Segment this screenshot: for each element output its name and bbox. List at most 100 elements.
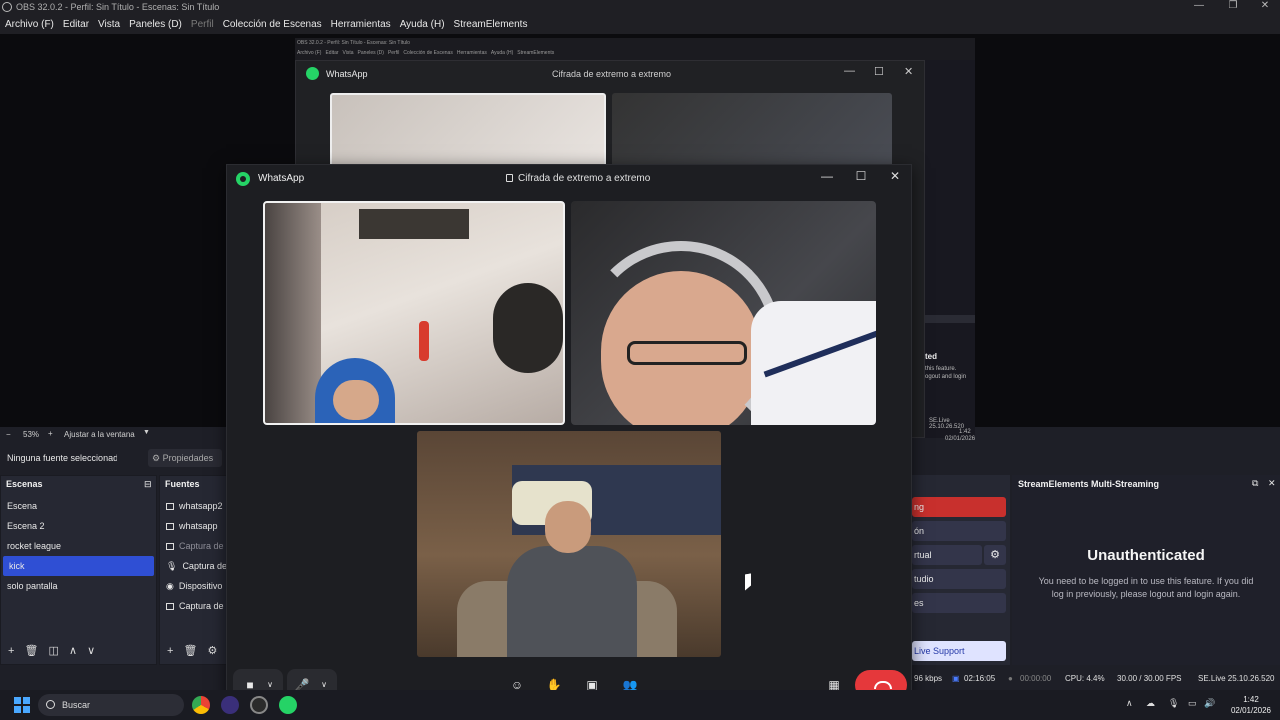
chevron-down-icon[interactable]: ▼ xyxy=(143,429,150,436)
app-icon[interactable] xyxy=(221,696,239,714)
menu-herramientas[interactable]: Herramientas xyxy=(331,19,391,30)
add-icon[interactable]: + xyxy=(8,645,14,657)
studio-mode-button[interactable]: tudio xyxy=(912,569,1006,589)
move-up-icon[interactable]: ∧ xyxy=(69,645,77,657)
close-icon[interactable]: ✕ xyxy=(1248,0,1280,14)
cpu-usage: CPU: 4.4% xyxy=(1065,674,1105,683)
stream-time: 00:00:00 xyxy=(1020,674,1052,683)
gear-icon: ⚙ xyxy=(152,453,161,463)
video-tile-participant-2[interactable] xyxy=(571,201,876,425)
source-item[interactable]: Captura de xyxy=(160,536,228,556)
tile-face xyxy=(545,501,591,553)
dock-menu-icon[interactable]: ⊟ xyxy=(144,479,152,490)
scene-item[interactable]: solo pantalla xyxy=(1,576,156,596)
unauthenticated-heading: Unauthenticated xyxy=(1087,547,1205,564)
properties-button[interactable]: ⚙ Propiedades xyxy=(148,449,222,467)
video-tile-self[interactable] xyxy=(417,431,721,657)
camera-icon: ◉ xyxy=(166,581,174,591)
menu-paneles[interactable]: Paneles (D) xyxy=(129,19,182,30)
source-item[interactable]: whatsapp xyxy=(160,516,228,536)
close-icon: ✕ xyxy=(904,66,914,78)
virtual-camera-button[interactable]: rtual xyxy=(912,545,982,565)
recording-time: 02:16:05 xyxy=(964,674,996,683)
taskbar-clock[interactable]: 1:42 02/01/2026 xyxy=(1226,694,1276,716)
taskbar-search[interactable]: Buscar xyxy=(38,694,184,716)
settings-button[interactable]: es xyxy=(912,593,1006,613)
video-tile-participant-1[interactable] xyxy=(263,201,565,425)
cloud-icon[interactable]: ☁ xyxy=(1146,698,1155,709)
nested-dock-header xyxy=(925,315,975,323)
move-down-icon[interactable]: ∨ xyxy=(87,645,95,657)
sources-dock: Fuentes whatsapp2 whatsapp Captura de 🎙 C… xyxy=(159,475,229,665)
search-label: Buscar xyxy=(62,700,91,710)
volume-icon[interactable]: 🔊 xyxy=(1204,698,1215,709)
stream-icon: ● xyxy=(1008,674,1013,683)
streamelements-dock: StreamElements Multi-Streaming ⧉ ✕ Unaut… xyxy=(1012,475,1280,665)
menu-ayuda[interactable]: Ayuda (H) xyxy=(400,19,445,30)
start-recording-button[interactable]: ón xyxy=(912,521,1006,541)
chrome-icon[interactable] xyxy=(192,696,210,714)
source-item[interactable]: Captura de xyxy=(160,596,228,616)
close-icon[interactable]: ✕ xyxy=(883,169,907,189)
filter-icon[interactable]: ◫ xyxy=(49,645,59,657)
minimize-icon[interactable]: — xyxy=(1182,0,1216,14)
nested-menu-items: Archivo (F) Editar Vista Paneles (D) Per… xyxy=(297,50,554,56)
fps: 30.00 / 30.00 FPS xyxy=(1117,674,1182,683)
obs-title-bar: OBS 32.0.2 - Perfil: Sin Título - Escena… xyxy=(0,0,1280,14)
whatsapp-window: WhatsApp Cifrada de extremo a extremo — … xyxy=(226,164,912,706)
menu-vista[interactable]: Vista xyxy=(98,19,120,30)
microphone-icon: 🎙 xyxy=(166,561,178,571)
nested-menu: OBS 32.0.2 - Perfil: Sin Título - Escena… xyxy=(295,38,975,60)
network-icon[interactable]: ▭ xyxy=(1188,698,1197,709)
float-icon[interactable]: ⧉ xyxy=(1252,478,1258,489)
sources-title: Fuentes xyxy=(165,479,200,489)
add-icon[interactable]: + xyxy=(167,645,173,657)
menu-coleccion-escenas[interactable]: Colección de Escenas xyxy=(223,19,322,30)
scene-item[interactable]: Escena xyxy=(1,496,156,516)
tray-chevron-icon[interactable]: ∧ xyxy=(1126,698,1133,709)
nested-wa-title: WhatsApp xyxy=(326,69,368,79)
se-dock-title: StreamElements Multi-Streaming xyxy=(1018,479,1160,489)
windows-start-icon[interactable] xyxy=(14,697,30,713)
obs-logo-icon xyxy=(2,2,12,12)
maximize-icon[interactable]: ☐ xyxy=(849,169,873,189)
start-streaming-button[interactable]: ng xyxy=(912,497,1006,517)
source-label: Dispositivo xyxy=(178,581,223,591)
tile-shelf xyxy=(359,209,469,239)
no-source-label: Ninguna fuente seleccionada xyxy=(7,453,117,463)
zoom-in-icon[interactable]: + xyxy=(48,429,53,438)
scene-item[interactable]: rocket league xyxy=(1,536,156,556)
menu-editar[interactable]: Editar xyxy=(63,19,89,30)
source-item[interactable]: ◉ Dispositivo xyxy=(160,576,228,596)
trash-icon[interactable]: 🗑 xyxy=(184,645,198,657)
menu-archivo[interactable]: Archivo (F) xyxy=(5,19,54,30)
gear-icon[interactable]: ⚙ xyxy=(208,645,218,657)
nested-wa-encryption: Cifrada de extremo a extremo xyxy=(552,69,672,79)
nested-menu-item: Ayuda (H) xyxy=(490,50,514,56)
obs-icon[interactable] xyxy=(250,696,268,714)
scene-item-selected[interactable]: kick xyxy=(3,556,154,576)
whatsapp-icon[interactable] xyxy=(279,696,297,714)
menu-streamelements[interactable]: StreamElements xyxy=(454,19,528,30)
live-support-button[interactable]: Live Support xyxy=(912,641,1006,661)
obs-window-title: OBS 32.0.2 - Perfil: Sin Título - Escena… xyxy=(16,2,220,12)
zoom-out-icon[interactable]: − xyxy=(6,430,11,439)
source-item[interactable]: whatsapp2 xyxy=(160,496,228,516)
obs-status-bar: 96 kbps ▣ 02:16:05 ● 00:00:00 CPU: 4.4% … xyxy=(912,667,1280,689)
source-item[interactable]: 🎙 Captura de xyxy=(160,556,228,576)
microphone-icon[interactable]: 🎙 xyxy=(1168,698,1179,709)
nested-obs-side: ted this feature. ogout and login SE.Liv… xyxy=(925,60,975,442)
tile-person xyxy=(507,546,637,657)
search-icon xyxy=(46,700,55,709)
restore-icon[interactable]: ❐ xyxy=(1216,0,1250,14)
minimize-icon[interactable]: — xyxy=(815,169,839,189)
close-icon[interactable]: ✕ xyxy=(1268,478,1276,489)
menu-perfil[interactable]: Perfil xyxy=(191,19,214,30)
trash-icon[interactable]: 🗑 xyxy=(25,645,39,657)
unauthenticated-message: You need to be logged in to use this fea… xyxy=(1038,576,1254,599)
tile-blur xyxy=(493,283,563,373)
scene-item[interactable]: Escena 2 xyxy=(1,516,156,536)
fit-window-label[interactable]: Ajustar a la ventana xyxy=(64,430,135,439)
nested-menu-item: Herramientas xyxy=(456,50,487,56)
gear-icon[interactable]: ⚙ xyxy=(984,545,1006,565)
